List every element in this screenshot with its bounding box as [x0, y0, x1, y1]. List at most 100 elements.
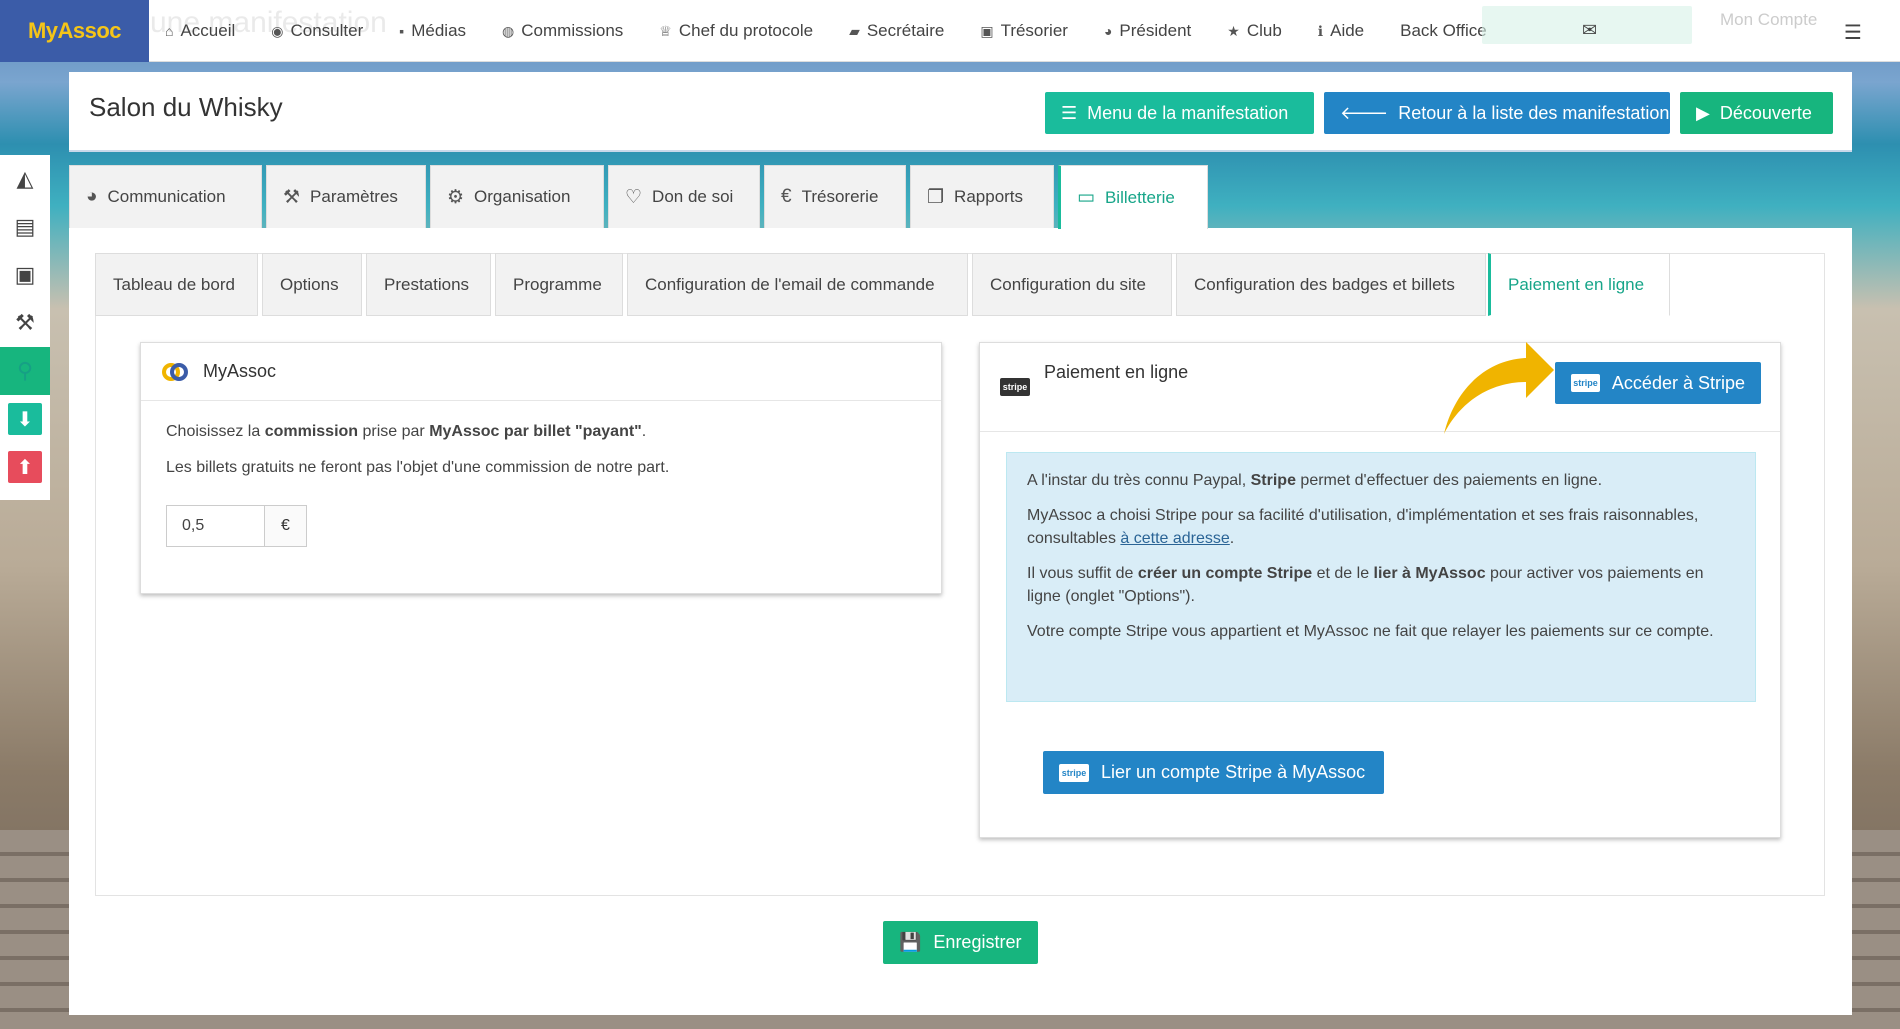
- book-icon: ▰: [849, 22, 860, 39]
- hamburger-icon[interactable]: ☰: [1844, 20, 1862, 45]
- stripe-logo-icon: stripe: [1000, 378, 1030, 396]
- credit-card-icon: ▭: [1077, 187, 1095, 208]
- access-stripe-button[interactable]: stripe Accéder à Stripe: [1555, 362, 1761, 404]
- nav-label: Commissions: [521, 21, 624, 40]
- globe-icon: ◕: [86, 186, 98, 207]
- stripe-icon: stripe: [1571, 374, 1600, 392]
- copy-icon: ❐: [927, 186, 945, 208]
- stripe-info-box: A l'instar du très connu Paypal, Stripe …: [1006, 452, 1756, 702]
- commission-input[interactable]: 0,5: [166, 505, 265, 547]
- back-to-list-button[interactable]: 🡐 Retour à la liste des manifestations: [1324, 92, 1678, 134]
- info-icon: ℹ: [1317, 22, 1324, 39]
- info-paragraph: Il vous suffit de créer un compte Stripe…: [1027, 565, 1704, 605]
- event-menu-button[interactable]: ☰ Menu de la manifestation: [1045, 92, 1314, 134]
- subtab-badges-config[interactable]: Configuration des badges et billets: [1176, 253, 1486, 316]
- money-icon: ▣: [980, 22, 994, 39]
- nav-item-chef-du-protocole[interactable]: ♕ Chef du protocole: [659, 21, 813, 41]
- left-sidebar: ◭ ▤ ▣ ⚒ ⚲ ⬇ ⬆: [0, 155, 50, 500]
- nav-item-tr-sorier[interactable]: ▣ Trésorier: [980, 21, 1068, 41]
- nav-item-accueil[interactable]: ⌂ Accueil: [165, 21, 235, 41]
- globe-icon: ◕: [1103, 23, 1113, 39]
- arrow-left-icon: 🡐: [1340, 102, 1389, 123]
- save-button[interactable]: 💾 Enregistrer: [883, 921, 1038, 964]
- nav-label: Trésorier: [1000, 21, 1068, 40]
- subtab-email-config[interactable]: Configuration de l'email de commande: [627, 253, 968, 316]
- nav-item-commissions[interactable]: ◍ Commissions: [502, 21, 623, 41]
- arrow-down-icon: ⬇: [8, 403, 42, 435]
- subtab-options[interactable]: Options: [262, 253, 362, 316]
- myassoc-logo-icon: [161, 361, 189, 383]
- page-title: Salon du Whisky: [89, 92, 283, 122]
- currency-addon: €: [265, 505, 307, 547]
- event-menu-label: Menu de la manifestation: [1087, 102, 1289, 123]
- document-icon[interactable]: ▤: [0, 203, 50, 251]
- file-icon: ▪: [399, 23, 405, 39]
- play-icon: ▶: [1696, 102, 1710, 123]
- nav-item-m-dias[interactable]: ▪ Médias: [399, 21, 466, 41]
- subtab-programme[interactable]: Programme: [495, 253, 623, 316]
- bars-icon: ☰: [1061, 102, 1078, 123]
- subtab-prestations[interactable]: Prestations: [366, 253, 491, 316]
- nav-label: Consulter: [290, 21, 364, 40]
- nav-label: Chef du protocole: [678, 21, 814, 40]
- wrench-icon: ⚒: [283, 186, 301, 208]
- tab-tresorerie[interactable]: € Trésorerie: [764, 165, 906, 228]
- nav-label: Président: [1119, 21, 1192, 40]
- nav-item-consulter[interactable]: ◉ Consulter: [271, 21, 363, 41]
- upload-button[interactable]: ⬆: [0, 443, 50, 491]
- map-marker-icon[interactable]: ⚲: [0, 347, 50, 395]
- home-icon: ⌂: [165, 23, 174, 39]
- tab-label: Rapports: [954, 187, 1024, 206]
- info-paragraph: MyAssoc a choisi Stripe pour sa facilité…: [1027, 507, 1699, 547]
- tab-label: Organisation: [474, 187, 571, 206]
- heart-icon: ♡: [625, 186, 643, 208]
- tab-billetterie[interactable]: ▭ Billetterie: [1058, 165, 1208, 229]
- mail-icon[interactable]: ✉: [1582, 20, 1597, 41]
- commission-card-title: MyAssoc: [203, 361, 277, 381]
- brand-logo[interactable]: MyAssoc: [0, 0, 149, 62]
- nav-item-secr-taire[interactable]: ▰ Secrétaire: [849, 21, 944, 41]
- trophy-icon: ♕: [659, 22, 672, 39]
- info-paragraph: Votre compte Stripe vous appartient et M…: [1027, 623, 1714, 640]
- nav-label: Médias: [411, 21, 467, 40]
- nav-label: Accueil: [180, 21, 236, 40]
- subtab-site-config[interactable]: Configuration du site: [972, 253, 1172, 316]
- commission-input-group: 0,5 €: [166, 505, 307, 547]
- tab-communication[interactable]: ◕ Communication: [69, 165, 262, 228]
- nav-item-aide[interactable]: ℹ Aide: [1318, 21, 1364, 41]
- nav-item-pr-sident[interactable]: ◕ Président: [1104, 21, 1191, 41]
- user-circle-icon: ◍: [502, 22, 515, 39]
- access-stripe-label: Accéder à Stripe: [1611, 372, 1745, 393]
- save-label: Enregistrer: [933, 932, 1022, 952]
- download-button[interactable]: ⬇: [0, 395, 50, 443]
- account-menu[interactable]: Mon Compte: [1720, 10, 1817, 30]
- nav-item-back-office[interactable]: Back Office: [1400, 21, 1487, 41]
- discover-button[interactable]: ▶ Découverte: [1680, 92, 1833, 134]
- tab-rapports[interactable]: ❐ Rapports: [910, 165, 1054, 228]
- link-stripe-button[interactable]: stripe Lier un compte Stripe à MyAssoc: [1043, 751, 1384, 794]
- nav-label: Aide: [1330, 21, 1365, 40]
- euro-icon: €: [781, 186, 792, 207]
- info-paragraph: A l'instar du très connu Paypal, Stripe …: [1027, 472, 1603, 489]
- tab-parametres[interactable]: ⚒ Paramètres: [266, 165, 426, 228]
- fees-link[interactable]: à cette adresse: [1120, 530, 1229, 547]
- star-icon: ★: [1227, 22, 1240, 39]
- back-label: Retour à la liste des manifestations: [1398, 102, 1679, 123]
- wrench-icon[interactable]: ⚒: [0, 299, 50, 347]
- page-header: Salon du Whisky ☰ Menu de la manifestatio…: [69, 72, 1852, 152]
- subtab-tableau-de-bord[interactable]: Tableau de bord: [95, 253, 258, 316]
- chart-icon[interactable]: ◭: [0, 155, 50, 203]
- tab-organisation[interactable]: ⚙ Organisation: [430, 165, 604, 228]
- tab-don-de-soi[interactable]: ♡ Don de soi: [608, 165, 760, 228]
- nav-label: Back Office: [1400, 21, 1487, 40]
- cogs-icon: ⚙: [447, 186, 465, 208]
- tab-label: Communication: [107, 187, 226, 206]
- commission-text: Choisissez la commission prise par MyAss…: [166, 423, 647, 440]
- subtab-paiement-en-ligne[interactable]: Paiement en ligne: [1488, 253, 1670, 316]
- top-navbar: MyAssoc une manifestation ⌂ Accueil ◉ Consu…: [0, 0, 1900, 62]
- money-icon[interactable]: ▣: [0, 251, 50, 299]
- tab-label: Trésorerie: [801, 187, 879, 206]
- nav-item-club[interactable]: ★ Club: [1227, 21, 1282, 41]
- tab-label: Paramètres: [310, 187, 398, 206]
- commission-card-header: MyAssoc: [141, 343, 941, 401]
